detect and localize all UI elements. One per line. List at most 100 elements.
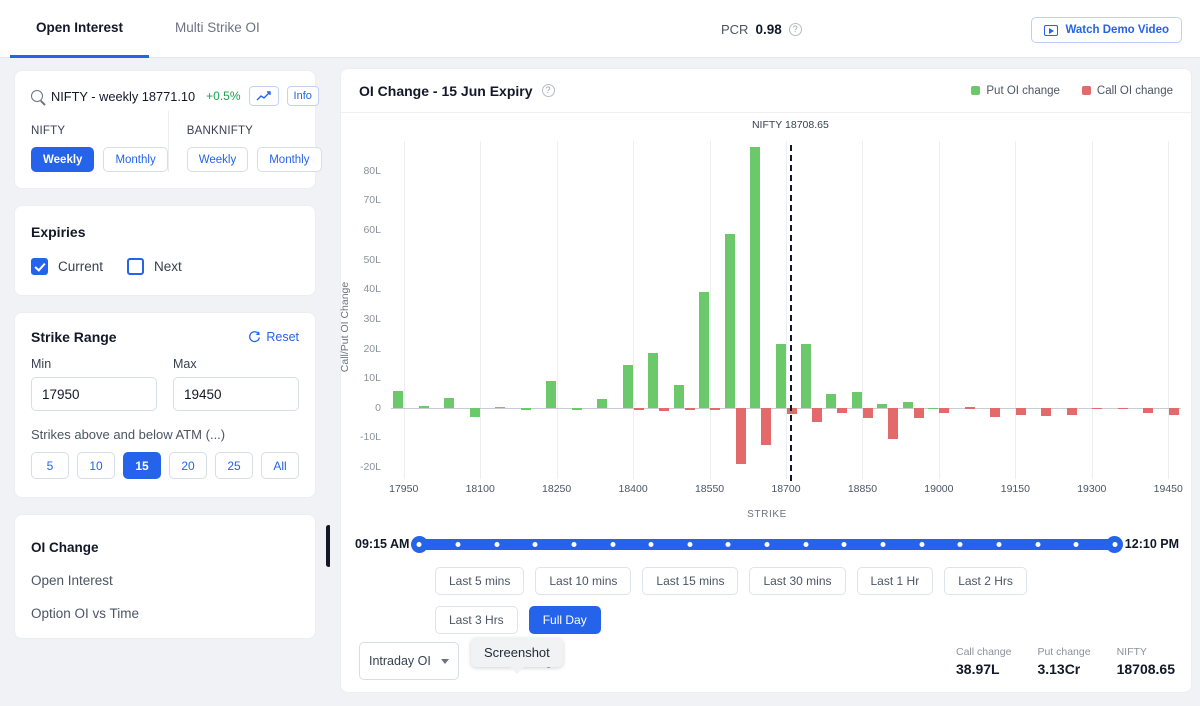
- chart-bar[interactable]: [761, 407, 772, 445]
- range-last-30-mins-label: Last 30 mins: [763, 574, 832, 588]
- atm-count-20[interactable]: 20: [169, 452, 207, 479]
- chart-bar[interactable]: [724, 234, 735, 408]
- atm-count-5[interactable]: 5: [31, 452, 69, 479]
- chart-bar[interactable]: [902, 402, 913, 408]
- chart-bar[interactable]: [622, 364, 633, 408]
- range-last-2-hrs[interactable]: Last 2 Hrs: [944, 567, 1027, 595]
- range-last-30-mins[interactable]: Last 30 mins: [749, 567, 846, 595]
- chart-bar[interactable]: [633, 407, 644, 411]
- min-strike-input[interactable]: [31, 377, 157, 411]
- question-mark-icon[interactable]: ?: [541, 84, 555, 97]
- chart-bar[interactable]: [775, 344, 786, 408]
- question-mark-icon[interactable]: ?: [788, 23, 802, 36]
- tab-open-interest[interactable]: Open Interest: [10, 0, 150, 58]
- slider-track[interactable]: [411, 535, 1123, 553]
- chart-bar[interactable]: [750, 146, 761, 408]
- x-axis-title: STRIKE: [747, 509, 787, 520]
- watch-demo-video-button[interactable]: Watch Demo Video: [1031, 17, 1182, 43]
- chart-bar[interactable]: [877, 404, 888, 408]
- range-last-10-mins[interactable]: Last 10 mins: [535, 567, 632, 595]
- chart-bar[interactable]: [800, 344, 811, 408]
- chart-bar[interactable]: [659, 407, 670, 411]
- chart-bar[interactable]: [469, 407, 480, 417]
- menu-item-open-interest[interactable]: Open Interest: [31, 564, 299, 597]
- chart-bar[interactable]: [444, 397, 455, 408]
- x-axis-tick: 18250: [542, 483, 572, 495]
- chart-bar[interactable]: [684, 407, 695, 411]
- chart-bar[interactable]: [1092, 407, 1103, 410]
- chart-bar[interactable]: [597, 399, 608, 408]
- tab-multi-strike-oi[interactable]: Multi Strike OI: [149, 0, 286, 58]
- chart-bar[interactable]: [1015, 407, 1026, 415]
- atm-count-15[interactable]: 15: [123, 452, 161, 479]
- chart-bar[interactable]: [710, 407, 721, 411]
- chart-bar[interactable]: [520, 407, 531, 411]
- range-last-1-hr[interactable]: Last 1 Hr: [856, 567, 934, 595]
- stat-call-change: Call change 38.97L: [956, 646, 1011, 677]
- chart-bar[interactable]: [1066, 407, 1077, 416]
- oi-change-bar-chart[interactable]: Call/Put OI Change 80L 70L 60L 50L 40L 30L 20L…: [339, 113, 1193, 535]
- chart-bar[interactable]: [1143, 407, 1154, 414]
- refresh-icon: [249, 330, 261, 342]
- trendline-icon-button[interactable]: [248, 86, 279, 106]
- y-axis-tick: 80L: [363, 164, 381, 177]
- slider-tick-dot: [841, 541, 847, 547]
- sidebar-scrollbar[interactable]: [326, 525, 330, 567]
- expiry-current-checkbox[interactable]: [31, 258, 48, 275]
- nifty-weekly-button[interactable]: Weekly: [31, 147, 95, 172]
- chart-bar[interactable]: [837, 407, 848, 414]
- chart-bar[interactable]: [673, 385, 684, 408]
- banknifty-weekly-button[interactable]: Weekly: [186, 147, 249, 172]
- chart-bar[interactable]: [939, 407, 950, 413]
- atm-count-10-label: 10: [89, 458, 103, 473]
- chart-bar[interactable]: [928, 407, 939, 410]
- chart-bar[interactable]: [393, 390, 404, 408]
- chart-bar[interactable]: [990, 407, 1001, 418]
- chart-bar[interactable]: [546, 381, 557, 408]
- chart-bar[interactable]: [811, 407, 822, 422]
- atm-count-10[interactable]: 10: [77, 452, 115, 479]
- legend-item-call-oi-change[interactable]: Call OI change: [1081, 85, 1173, 97]
- banknifty-monthly-label: Monthly: [269, 153, 310, 166]
- atm-count-all[interactable]: All: [261, 452, 299, 479]
- chart-bar[interactable]: [913, 407, 924, 419]
- range-last-15-mins[interactable]: Last 15 mins: [642, 567, 739, 595]
- chart-bar[interactable]: [1168, 407, 1179, 416]
- menu-item-oi-change[interactable]: OI Change: [31, 531, 299, 564]
- nifty-monthly-button[interactable]: Monthly: [103, 147, 168, 172]
- legend-item-put-oi-change[interactable]: Put OI change: [971, 85, 1060, 97]
- reset-button[interactable]: Reset: [248, 330, 299, 344]
- chart-bar[interactable]: [862, 407, 873, 418]
- chart-bar[interactable]: [735, 407, 746, 465]
- slider-tick-dot: [1035, 541, 1041, 547]
- chart-bar[interactable]: [495, 406, 506, 409]
- chart-bar[interactable]: [826, 394, 837, 408]
- chart-bar[interactable]: [888, 407, 899, 439]
- legend-swatch-put: [971, 86, 981, 95]
- chart-bar[interactable]: [648, 352, 659, 408]
- strike-range-header: Strike Range Reset: [31, 329, 299, 345]
- symbol-search-row[interactable]: NIFTY - weekly 18771.10 +0.5% Info: [31, 85, 319, 107]
- x-axis-tick: 19150: [1000, 483, 1030, 495]
- atm-count-25[interactable]: 25: [215, 452, 253, 479]
- chart-bar[interactable]: [851, 392, 862, 408]
- top-navigation-bar: Open Interest Multi Strike OI PCR 0.98 ?…: [0, 0, 1200, 58]
- chart-bar[interactable]: [1041, 407, 1052, 417]
- y-axis-tick: 50L: [363, 253, 381, 266]
- menu-item-option-oi-vs-time[interactable]: Option OI vs Time: [31, 597, 299, 630]
- banknifty-monthly-button[interactable]: Monthly: [257, 147, 322, 172]
- time-range-slider[interactable]: 09:15 AM 12:10 PM: [341, 535, 1193, 553]
- max-strike-input[interactable]: [173, 377, 299, 411]
- chart-bar[interactable]: [571, 407, 582, 410]
- info-button[interactable]: Info: [286, 86, 319, 106]
- chart-bar[interactable]: [418, 406, 429, 408]
- x-axis-tick: 18550: [694, 483, 725, 495]
- expiry-next-checkbox[interactable]: [127, 258, 145, 275]
- stat-put-change-key: Put change: [1037, 645, 1091, 658]
- chart-bar[interactable]: [964, 407, 975, 409]
- chart-bar[interactable]: [699, 292, 710, 408]
- range-full-day-label: Full Day: [542, 613, 587, 627]
- oi-mode-select[interactable]: Intraday OI: [359, 642, 459, 680]
- chart-bar[interactable]: [1117, 407, 1128, 410]
- range-last-5-mins[interactable]: Last 5 mins: [435, 567, 525, 595]
